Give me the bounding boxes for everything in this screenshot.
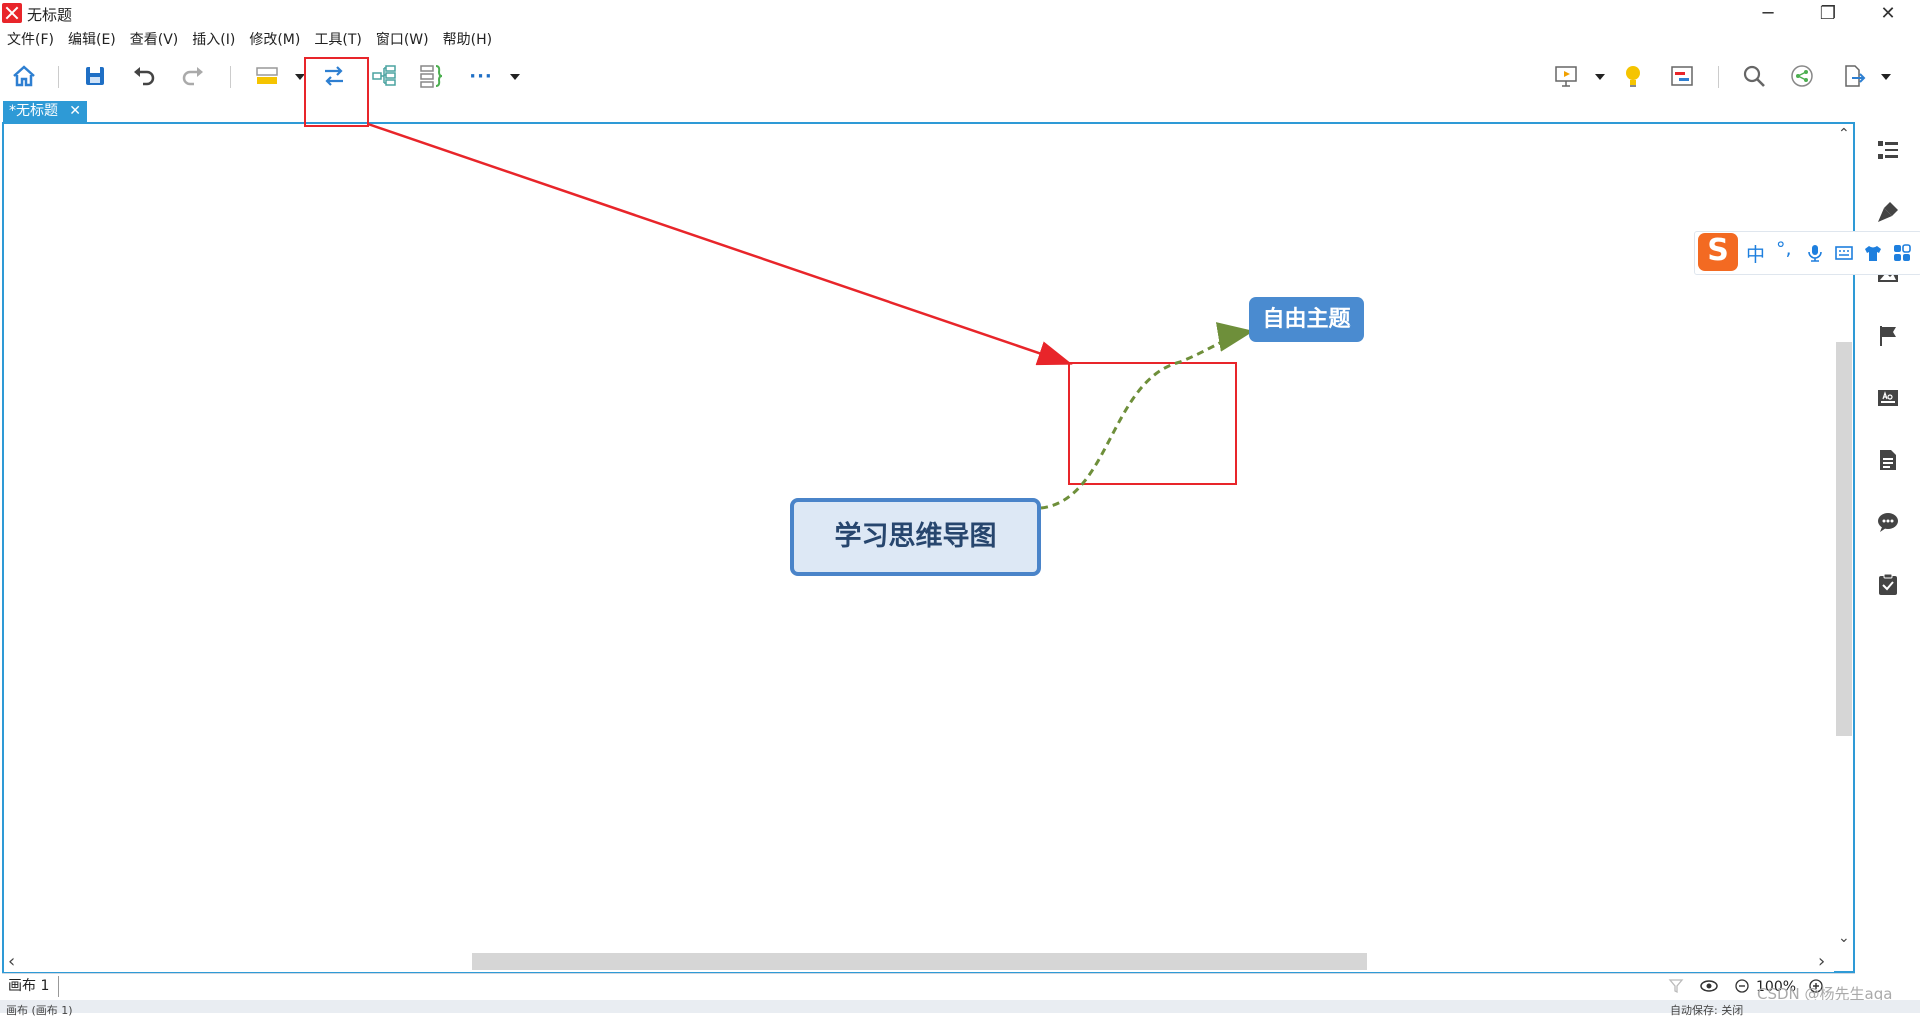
comment-icon [1878, 513, 1898, 532]
marker-panel-button[interactable] [1872, 320, 1904, 352]
ime-mode-toggle[interactable]: 中 [1746, 240, 1765, 267]
paintbrush-icon [1878, 202, 1898, 222]
ime-punctuation-toggle[interactable]: °, [1776, 238, 1792, 260]
text-style-icon [1878, 390, 1898, 406]
apps-grid-icon[interactable] [1893, 244, 1911, 262]
eye-icon[interactable] [1700, 978, 1718, 994]
notes-panel-button[interactable] [1872, 444, 1904, 476]
filter-icon[interactable] [1668, 978, 1684, 994]
highlight-box-relationship [1068, 362, 1237, 485]
outline-panel-button[interactable] [1872, 134, 1904, 166]
bottom-right-status: 自动保存: 关闭 [1670, 1004, 1744, 1017]
task-panel-button[interactable] [1872, 568, 1904, 600]
status-bar [2, 973, 1855, 1001]
bottom-left-status: 画布 (画布 1) [6, 1004, 73, 1017]
relationship-line[interactable] [1040, 322, 1254, 510]
zoom-out-icon[interactable] [1734, 978, 1750, 994]
microphone-icon[interactable] [1806, 244, 1824, 262]
floating-topic[interactable]: 自由主题 [1249, 297, 1364, 342]
comments-panel-button[interactable] [1872, 506, 1904, 538]
ime-logo-icon[interactable]: S [1698, 233, 1738, 271]
highlight-box-toolbar [304, 57, 369, 127]
bottom-info-strip [0, 1000, 1920, 1013]
keyboard-icon[interactable] [1835, 244, 1853, 262]
format-panel-button[interactable] [1872, 196, 1904, 228]
skin-shirt-icon[interactable] [1864, 244, 1882, 262]
note-icon [1880, 450, 1896, 470]
style-panel-button[interactable] [1872, 382, 1904, 414]
annotation-arrow [367, 122, 1073, 366]
outline-icon [1878, 141, 1898, 159]
flag-icon [1880, 326, 1896, 346]
central-topic[interactable]: 学习思维导图 [790, 498, 1041, 576]
sheet-tab[interactable]: 画布 1 [4, 976, 59, 997]
clipboard-check-icon [1879, 573, 1897, 595]
